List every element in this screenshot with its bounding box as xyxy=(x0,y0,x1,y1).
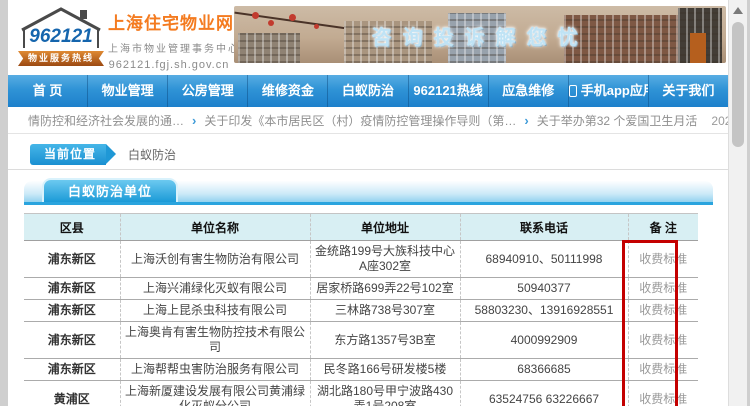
breadcrumb-current-page[interactable]: 白蚁防治 xyxy=(128,146,176,163)
cell-phone: 63524756 63226667 xyxy=(460,381,628,406)
col-header-district: 区县 xyxy=(24,214,120,241)
blossom-icon xyxy=(289,14,296,21)
table-row: 浦东新区 上海上昆杀虫科技有限公司 三林路738号307室 58803230、1… xyxy=(24,300,698,322)
blossom-icon xyxy=(252,12,259,19)
fee-standard-link[interactable]: 收费标准 xyxy=(639,303,687,317)
site-url: 962121.fgj.sh.gov.cn xyxy=(108,59,230,71)
nav-item-public-housing[interactable]: 公房管理 xyxy=(167,75,247,107)
cell-district: 浦东新区 xyxy=(24,322,120,359)
nav-label: 白蚁防治 xyxy=(342,83,394,98)
site-logo[interactable]: 962121 物业服务热线 xyxy=(18,4,104,70)
nav-label: 关于我们 xyxy=(662,83,714,98)
termite-units-table: 区县 单位名称 单位地址 联系电话 备 注 浦东新区 上海沃创有害生物防治有限公… xyxy=(24,213,698,406)
logo-ribbon: 物业服务热线 xyxy=(18,51,104,66)
banner-slogan: 咨询投诉解您忧 xyxy=(234,21,726,50)
cell-address: 湖北路180号甲宁波路430弄1号208室 xyxy=(310,381,460,406)
fee-standard-link[interactable]: 收费标准 xyxy=(639,281,687,295)
vertical-scrollbar[interactable] xyxy=(728,0,747,406)
ticker-item-3[interactable]: 关于举办第32 个爱国卫生月活 xyxy=(537,112,698,129)
nav-label: 维修资金 xyxy=(262,83,314,98)
table-row: 浦东新区 上海奥肯有害生物防控技术有限公司 东方路1357号3B室 400099… xyxy=(24,322,698,359)
col-header-remark: 备 注 xyxy=(628,214,698,241)
date-weather: 2020年6月1日 星期一 多云 22-29℃ xyxy=(711,112,728,129)
scrollbar-thumb[interactable] xyxy=(732,22,744,147)
logo-hotline-number: 962121 xyxy=(18,26,104,48)
cell-district: 浦东新区 xyxy=(24,300,120,322)
header-banner-image: 咨询投诉解您忧 xyxy=(234,6,726,63)
col-header-address: 单位地址 xyxy=(310,214,460,241)
col-header-name: 单位名称 xyxy=(120,214,310,241)
tab-termite-units[interactable]: 白蚁防治单位 xyxy=(42,178,178,202)
ticker-separator-icon: › xyxy=(524,113,528,128)
table-row: 黄浦区 上海新厦建设发展有限公司黄浦绿化灭蚁分公司 湖北路180号甲宁波路430… xyxy=(24,381,698,406)
cell-company-name: 上海奥肯有害生物防控技术有限公司 xyxy=(120,322,310,359)
main-nav: 首 页 物业管理 公房管理 维修资金 白蚁防治 962121热线 应急维修 手机… xyxy=(8,75,728,107)
cell-district: 浦东新区 xyxy=(24,241,120,278)
cell-district: 浦东新区 xyxy=(24,359,120,381)
site-title: 上海住宅物业网 xyxy=(108,9,230,34)
site-title-block: 上海住宅物业网 上海市物业管理事务中心 962121.fgj.sh.gov.cn xyxy=(108,9,230,71)
nav-item-property-management[interactable]: 物业管理 xyxy=(87,75,167,107)
nav-item-about-us[interactable]: 关于我们 xyxy=(648,75,728,107)
cell-phone: 58803230、13916928551 xyxy=(460,300,628,322)
ticker-item-2[interactable]: 关于印发《本市居民区（村）疫情防控管理操作导则（第… xyxy=(204,112,516,129)
cell-address: 居家桥路699弄22号102室 xyxy=(310,278,460,300)
fee-standard-link[interactable]: 收费标准 xyxy=(639,362,687,376)
nav-label: 公房管理 xyxy=(182,83,234,98)
section-tab-bar: 白蚁防治单位 xyxy=(24,181,713,205)
cell-address: 三林路738号307室 xyxy=(310,300,460,322)
col-header-phone: 联系电话 xyxy=(460,214,628,241)
cell-address: 东方路1357号3B室 xyxy=(310,322,460,359)
nav-item-repair-funds[interactable]: 维修资金 xyxy=(247,75,327,107)
browser-viewport: 962121 物业服务热线 上海住宅物业网 上海市物业管理事务中心 962121… xyxy=(0,0,750,406)
table-row: 浦东新区 上海沃创有害生物防治有限公司 金统路199号大族科技中心A座302室 … xyxy=(24,241,698,278)
ticker-item-1[interactable]: 情防控和经济社会发展的通… xyxy=(28,112,184,129)
nav-label: 手机app应用 xyxy=(581,83,648,98)
nav-item-mobile-app[interactable]: 手机app应用 xyxy=(568,75,648,107)
cell-district: 黄浦区 xyxy=(24,381,120,406)
nav-label: 物业管理 xyxy=(102,83,154,98)
cell-company-name: 上海兴浦绿化灭蚁有限公司 xyxy=(120,278,310,300)
cell-district: 浦东新区 xyxy=(24,278,120,300)
nav-item-termite-control[interactable]: 白蚁防治 xyxy=(327,75,407,107)
ticker-separator-icon: › xyxy=(192,113,196,128)
breadcrumb-label: 当前位置 xyxy=(30,144,106,165)
cell-company-name: 上海帮帮虫害防治服务有限公司 xyxy=(120,359,310,381)
nav-label: 962121热线 xyxy=(413,83,482,98)
page-content: 962121 物业服务热线 上海住宅物业网 上海市物业管理事务中心 962121… xyxy=(8,0,728,406)
nav-item-home[interactable]: 首 页 xyxy=(8,75,87,107)
nav-label: 应急维修 xyxy=(502,83,554,98)
cell-company-name: 上海新厦建设发展有限公司黄浦绿化灭蚁分公司 xyxy=(120,381,310,406)
nav-item-hotline[interactable]: 962121热线 xyxy=(408,75,488,107)
nav-item-emergency-repair[interactable]: 应急维修 xyxy=(488,75,568,107)
site-subtitle: 上海市物业管理事务中心 xyxy=(108,40,230,55)
table-row: 浦东新区 上海兴浦绿化灭蚁有限公司 居家桥路699弄22号102室 509403… xyxy=(24,278,698,300)
cell-phone: 68366685 xyxy=(460,359,628,381)
site-header: 962121 物业服务热线 上海住宅物业网 上海市物业管理事务中心 962121… xyxy=(8,0,728,75)
cell-address: 金统路199号大族科技中心A座302室 xyxy=(310,241,460,278)
cell-phone: 50940377 xyxy=(460,278,628,300)
cell-address: 民冬路166号研发楼5楼 xyxy=(310,359,460,381)
cell-phone: 68940910、50111998 xyxy=(460,241,628,278)
breadcrumb: 当前位置 白蚁防治 xyxy=(8,139,728,170)
scroll-up-arrow-icon[interactable] xyxy=(733,7,743,14)
news-ticker: 情防控和经济社会发展的通… › 关于印发《本市居民区（村）疫情防控管理操作导则（… xyxy=(8,107,728,134)
cell-phone: 4000992909 xyxy=(460,322,628,359)
cell-company-name: 上海沃创有害生物防治有限公司 xyxy=(120,241,310,278)
table-row: 浦东新区 上海帮帮虫害防治服务有限公司 民冬路166号研发楼5楼 6836668… xyxy=(24,359,698,381)
nav-label: 首 页 xyxy=(33,83,63,98)
fee-standard-link[interactable]: 收费标准 xyxy=(639,333,687,347)
table-header-row: 区县 单位名称 单位地址 联系电话 备 注 xyxy=(24,214,698,241)
fee-standard-link[interactable]: 收费标准 xyxy=(639,252,687,266)
mobile-phone-icon xyxy=(569,85,577,97)
fee-standard-link[interactable]: 收费标准 xyxy=(639,392,687,406)
cell-company-name: 上海上昆杀虫科技有限公司 xyxy=(120,300,310,322)
